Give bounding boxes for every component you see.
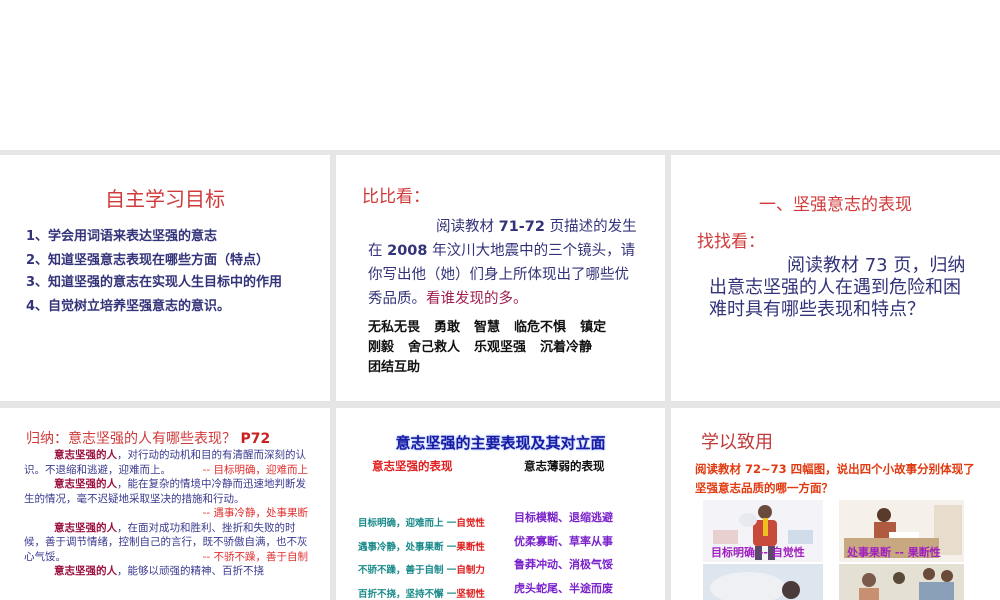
slide-subtitle: 找找看：: [697, 232, 765, 252]
keyword: 意志坚强的人: [54, 521, 117, 534]
top-blank-area: [0, 0, 1000, 150]
illustration-group-scene: [839, 564, 964, 600]
tag: 团结互助: [368, 360, 421, 375]
trait: 坚韧性: [456, 588, 485, 600]
list-item: 不骄不躁，善于自制 一自制力: [358, 559, 508, 583]
trait: 果断性: [456, 541, 485, 553]
title-text: 归纳：意志坚强的人有哪些表现？: [26, 431, 236, 447]
keyword: 意志坚强的人: [54, 478, 117, 490]
list-item: 3、知道坚强的意志在实现人生目标中的作用: [26, 275, 283, 290]
paragraph: 意志坚强的人，对行动的动机和目的有清醒而深刻的认识。不退缩和逃避，迎难而上。 --…: [24, 448, 308, 477]
list-item: 2、知道坚强意志表现在哪些方面（特点）: [26, 253, 270, 268]
tag: 智慧: [474, 320, 501, 335]
right-column-heading: 意志薄弱的表现: [524, 459, 605, 473]
summary-tag: -- 目标明确，迎难而上: [202, 463, 308, 476]
tag: 无私无畏: [368, 320, 421, 335]
objective-list: 1、学会用词语来表达坚强的意志 2、知道坚强意志表现在哪些方面（特点） 3、知道…: [26, 225, 306, 319]
image-caption: 处事果断 -- 果断性: [847, 546, 941, 559]
tag: 镇定: [580, 320, 607, 335]
keyword: 意志坚强的人: [54, 565, 117, 577]
slide-title: 比比看：: [362, 187, 430, 207]
list-item: 百折不挠，坚持不懈 一坚韧性: [358, 583, 508, 600]
slide-paragraph: 阅读教材 71-72 页描述的发生在 2008 年汶川大地震中的三个镜头，请你写…: [368, 215, 638, 311]
tag: 舍己救人: [408, 340, 461, 355]
summary-tag: -- 遇事冷静，处事果断: [202, 507, 308, 519]
keyword: 意志坚强的人: [54, 449, 117, 461]
text: 百折不挠，坚持不懈 一: [358, 588, 457, 600]
paragraph: 意志坚强的人，能够以顽强的精神、百折不挠: [24, 564, 308, 579]
list-item: 目标模糊、退缩逃避: [514, 511, 613, 524]
tag: 沉着冷静: [540, 340, 593, 355]
left-column-heading: 意志坚强的表现: [372, 459, 453, 473]
highlight-text: 看谁发现的多。: [426, 291, 528, 307]
illustration-thinking-boy: [703, 564, 823, 600]
page-ref: P72: [240, 431, 271, 447]
slide-thumbnail-2[interactable]: 比比看： 阅读教材 71-72 页描述的发生在 2008 年汶川大地震中的三个镜…: [336, 155, 665, 401]
tag: 乐观坚强: [474, 340, 527, 355]
paragraph: 意志坚强的人，能在复杂的情境中冷静而迅速地判断发生的情况，毫不迟疑地采取坚决的措…: [24, 477, 308, 521]
slide-question: 阅读教材 72~73 四幅图，说出四个小故事分别体现了坚强意志品质的哪一方面？: [695, 462, 975, 495]
slide-thumbnail-3[interactable]: 一、坚强意志的表现 找找看： 阅读教材 73 页，归纳出意志坚强的人在遇到危险和…: [671, 155, 1000, 401]
slide-thumbnail-1[interactable]: 自主学习目标 1、学会用词语来表达坚强的意志 2、知道坚强意志表现在哪些方面（特…: [0, 155, 330, 401]
quality-tags: 无私无畏 勇敢 智慧 临危不惧 镇定 刚毅 舍己救人 乐观坚强 沉着冷静 团结互助: [368, 318, 648, 378]
slide-thumbnail-6[interactable]: 学以致用 阅读教材 72~73 四幅图，说出四个小故事分别体现了坚强意志品质的哪…: [671, 408, 1000, 600]
list-item: 优柔寡断、草率从事: [514, 534, 613, 548]
weak-will-list: 目标模糊、退缩逃避 优柔寡断、草率从事 鲁莽冲动、消极气馁 虎头蛇尾、半途而废: [514, 506, 654, 600]
tag: 刚毅: [368, 340, 395, 355]
list-item: 虎头蛇尾、半途而废: [514, 581, 613, 595]
slide-title: 学以致用: [701, 432, 773, 453]
page-range: 71-72: [498, 219, 545, 235]
text: 目标明确，迎难而上 一: [358, 518, 457, 529]
slide-title: 意志坚强的主要表现及其对立面: [395, 434, 606, 452]
list-item: 遇事冷静，处事果断 一果断性: [358, 536, 508, 560]
slide-thumbnail-5[interactable]: 意志坚强的主要表现及其对立面 意志坚强的表现 意志薄弱的表现 目标明确，迎难而上…: [336, 408, 665, 600]
slide-paragraph: 阅读教材 73 页，归纳出意志坚强的人在遇到危险和困难时具有哪些表现和特点？: [709, 255, 966, 320]
slide-heading: 一、坚强意志的表现: [759, 195, 912, 215]
paragraph: 意志坚强的人，在面对成功和胜利、挫折和失败的时候，善于调节情绪，控制自己的言行，…: [24, 521, 308, 565]
tag: 勇敢: [434, 320, 461, 335]
list-item: 目标明确，迎难而上 一自觉性: [358, 512, 508, 536]
text: 不骄不躁，善于自制 一: [358, 565, 457, 576]
slide-body: 意志坚强的人，对行动的动机和目的有清醒而深刻的认识。不退缩和逃避，迎难而上。 --…: [24, 448, 308, 579]
text: 遇事冷静，处事果断 一: [358, 541, 457, 553]
trait: 自制力: [456, 565, 485, 576]
list-item: 1、学会用词语来表达坚强的意志: [26, 229, 218, 244]
year: 2008: [387, 243, 428, 259]
strong-will-list: 目标明确，迎难而上 一自觉性 遇事冷静，处事果断 一果断性 不骄不躁，善于自制 …: [358, 512, 508, 600]
list-item: 鲁莽冲动、消极气馁: [514, 558, 613, 571]
slide-thumbnail-4[interactable]: 归纳：意志坚强的人有哪些表现？ P72 意志坚强的人，对行动的动机和目的有清醒而…: [0, 408, 330, 600]
text: ，能够以顽强的精神、百折不挠: [117, 565, 264, 577]
text: 阅读教材: [436, 219, 499, 235]
trait: 自觉性: [456, 518, 485, 529]
list-item: 4、自觉树立培养坚强意志的意识。: [26, 299, 231, 314]
summary-tag: -- 不骄不躁，善于自制: [202, 550, 308, 563]
slide-sorter-grid: 自主学习目标 1、学会用词语来表达坚强的意志 2、知道坚强意志表现在哪些方面（特…: [0, 150, 1000, 600]
slide-title: 自主学习目标: [105, 187, 225, 211]
image-caption: 目标明确 -- 自觉性: [711, 546, 805, 559]
slide-title: 归纳：意志坚强的人有哪些表现？ P72: [26, 428, 270, 448]
tag: 临危不惧: [514, 320, 567, 335]
